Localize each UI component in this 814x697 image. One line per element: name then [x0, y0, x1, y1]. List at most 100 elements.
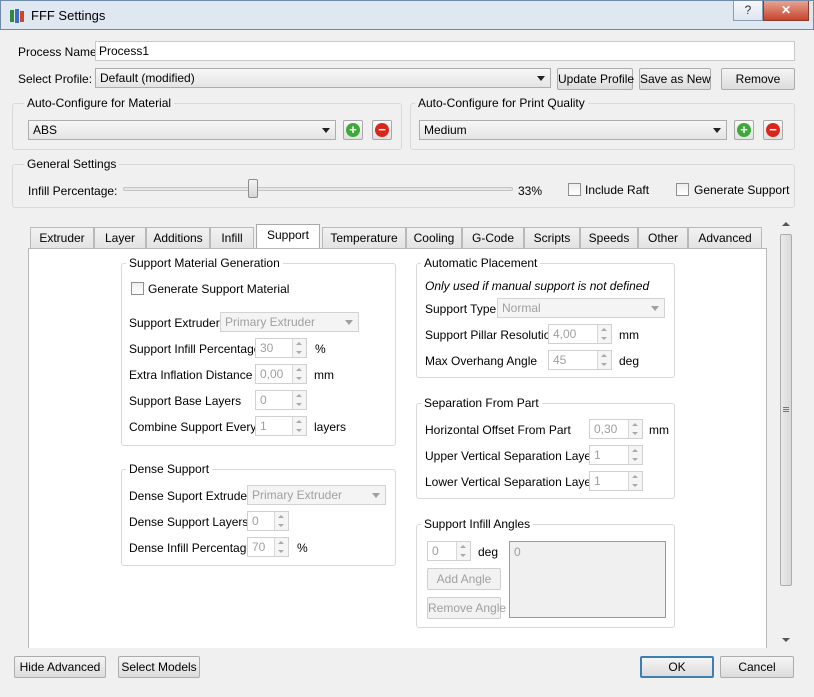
select-models-button[interactable]: Select Models [118, 656, 200, 678]
angle-spinbox[interactable]: 0 [427, 541, 471, 561]
quality-select[interactable]: Medium [419, 120, 727, 140]
spin-arrows-icon[interactable] [456, 542, 470, 560]
spin-arrows-icon[interactable] [628, 472, 642, 490]
plus-icon: + [737, 123, 751, 137]
tab-additions[interactable]: Additions [146, 227, 210, 248]
spin-arrows-icon[interactable] [292, 365, 306, 383]
include-raft-checkbox[interactable] [568, 183, 581, 196]
infill-percentage-value: 33% [518, 184, 543, 198]
support-infill-value: 30 [260, 341, 274, 355]
support-infill-label: Support Infill Percentage [129, 342, 261, 356]
spin-arrows-icon[interactable] [292, 339, 306, 357]
add-quality-button[interactable]: + [734, 120, 754, 140]
lower-separation-spinbox[interactable]: 1 [589, 471, 643, 491]
spin-arrows-icon[interactable] [274, 512, 288, 530]
spin-arrows-icon[interactable] [628, 446, 642, 464]
inflation-distance-spinbox[interactable]: 0,00 [255, 364, 307, 384]
cancel-button[interactable]: Cancel [720, 656, 794, 678]
combine-support-unit: layers [314, 420, 347, 434]
combine-support-spinbox[interactable]: 1 [255, 416, 307, 436]
scroll-up-icon[interactable] [782, 222, 790, 226]
horizontal-offset-spinbox[interactable]: 0,30 [589, 419, 643, 439]
max-overhang-value: 45 [553, 353, 567, 367]
chevron-down-icon [651, 306, 659, 311]
remove-quality-button[interactable]: − [763, 120, 783, 140]
spin-arrows-icon[interactable] [292, 391, 306, 409]
material-group-title: Auto-Configure for Material [24, 96, 175, 110]
horizontal-offset-value: 0,30 [594, 422, 618, 436]
profile-select[interactable]: Default (modified) [95, 68, 551, 88]
quality-group-title: Auto-Configure for Print Quality [415, 96, 588, 110]
angle-list[interactable]: 0 [509, 541, 666, 618]
remove-material-button[interactable]: − [372, 120, 392, 140]
upper-separation-label: Upper Vertical Separation Layers [425, 449, 602, 463]
dense-extruder-select[interactable]: Primary Extruder [247, 485, 386, 505]
profile-select-value: Default (modified) [100, 71, 195, 85]
infill-percentage-label: Infill Percentage: [28, 184, 118, 198]
dense-infill-label: Dense Infill Percentage [129, 541, 254, 555]
support-type-value: Normal [502, 301, 541, 315]
tab-infill[interactable]: Infill [210, 227, 254, 248]
tab-bar: Extruder Layer Additions Infill Support … [30, 224, 770, 248]
remove-angle-button[interactable]: Remove Angle [427, 597, 506, 619]
support-base-layers-spinbox[interactable]: 0 [255, 390, 307, 410]
support-base-layers-label: Support Base Layers [129, 394, 242, 408]
dense-layers-value: 0 [252, 514, 259, 528]
angle-value: 0 [432, 544, 439, 558]
support-tab-panel: Support Material Generation Generate Sup… [28, 248, 767, 648]
tab-layer[interactable]: Layer [94, 227, 146, 248]
support-type-select[interactable]: Normal [497, 298, 665, 318]
spin-arrows-icon[interactable] [628, 420, 642, 438]
dense-support-title: Dense Support [126, 462, 213, 476]
plus-icon: + [346, 123, 360, 137]
remove-profile-button[interactable]: Remove [721, 68, 795, 90]
chevron-down-icon [345, 320, 353, 325]
spin-arrows-icon[interactable] [597, 351, 611, 369]
list-item[interactable]: 0 [514, 545, 661, 559]
save-as-new-button[interactable]: Save as New [639, 68, 711, 90]
inflation-distance-unit: mm [314, 368, 334, 382]
spin-arrows-icon[interactable] [292, 417, 306, 435]
process-name-input[interactable]: Process1 [95, 41, 795, 61]
generate-support-checkbox[interactable] [676, 183, 689, 196]
material-select[interactable]: ABS [28, 120, 336, 140]
update-profile-button[interactable]: Update Profile [557, 68, 634, 90]
close-button[interactable]: ✕ [763, 1, 809, 21]
help-button[interactable]: ? [733, 1, 763, 21]
tab-advanced[interactable]: Advanced [688, 227, 762, 248]
add-material-button[interactable]: + [343, 120, 363, 140]
pillar-resolution-spinbox[interactable]: 4,00 [548, 324, 612, 344]
chevron-down-icon [322, 128, 330, 133]
tab-other[interactable]: Other [638, 227, 688, 248]
max-overhang-spinbox[interactable]: 45 [548, 350, 612, 370]
dense-layers-spinbox[interactable]: 0 [247, 511, 289, 531]
support-infill-spinbox[interactable]: 30 [255, 338, 307, 358]
angle-unit: deg [478, 545, 499, 559]
support-extruder-value: Primary Extruder [225, 315, 316, 329]
dense-infill-value: 70 [252, 540, 266, 554]
automatic-placement-note: Only used if manual support is not defin… [425, 279, 650, 293]
spin-arrows-icon[interactable] [274, 538, 288, 556]
scroll-down-icon[interactable] [782, 638, 790, 642]
spin-arrows-icon[interactable] [597, 325, 611, 343]
tab-extruder[interactable]: Extruder [30, 227, 94, 248]
tab-cooling[interactable]: Cooling [406, 227, 462, 248]
tab-support[interactable]: Support [256, 224, 320, 248]
infill-slider-handle[interactable] [248, 179, 258, 198]
dense-infill-spinbox[interactable]: 70 [247, 537, 289, 557]
add-angle-button[interactable]: Add Angle [427, 568, 501, 590]
hide-advanced-button[interactable]: Hide Advanced [14, 656, 106, 678]
infill-slider-track[interactable] [123, 187, 513, 191]
tab-scripts[interactable]: Scripts [524, 227, 580, 248]
tab-speeds[interactable]: Speeds [580, 227, 638, 248]
vertical-scrollbar[interactable] [778, 218, 794, 648]
generate-support-material-checkbox[interactable] [131, 282, 144, 295]
upper-separation-spinbox[interactable]: 1 [589, 445, 643, 465]
support-extruder-select[interactable]: Primary Extruder [220, 312, 359, 332]
combine-support-value: 1 [260, 419, 267, 433]
ok-button[interactable]: OK [640, 656, 714, 678]
tab-temperature[interactable]: Temperature [322, 227, 406, 248]
tab-g-code[interactable]: G-Code [462, 227, 524, 248]
pillar-resolution-value: 4,00 [553, 327, 577, 341]
scrollbar-thumb[interactable] [780, 234, 792, 586]
